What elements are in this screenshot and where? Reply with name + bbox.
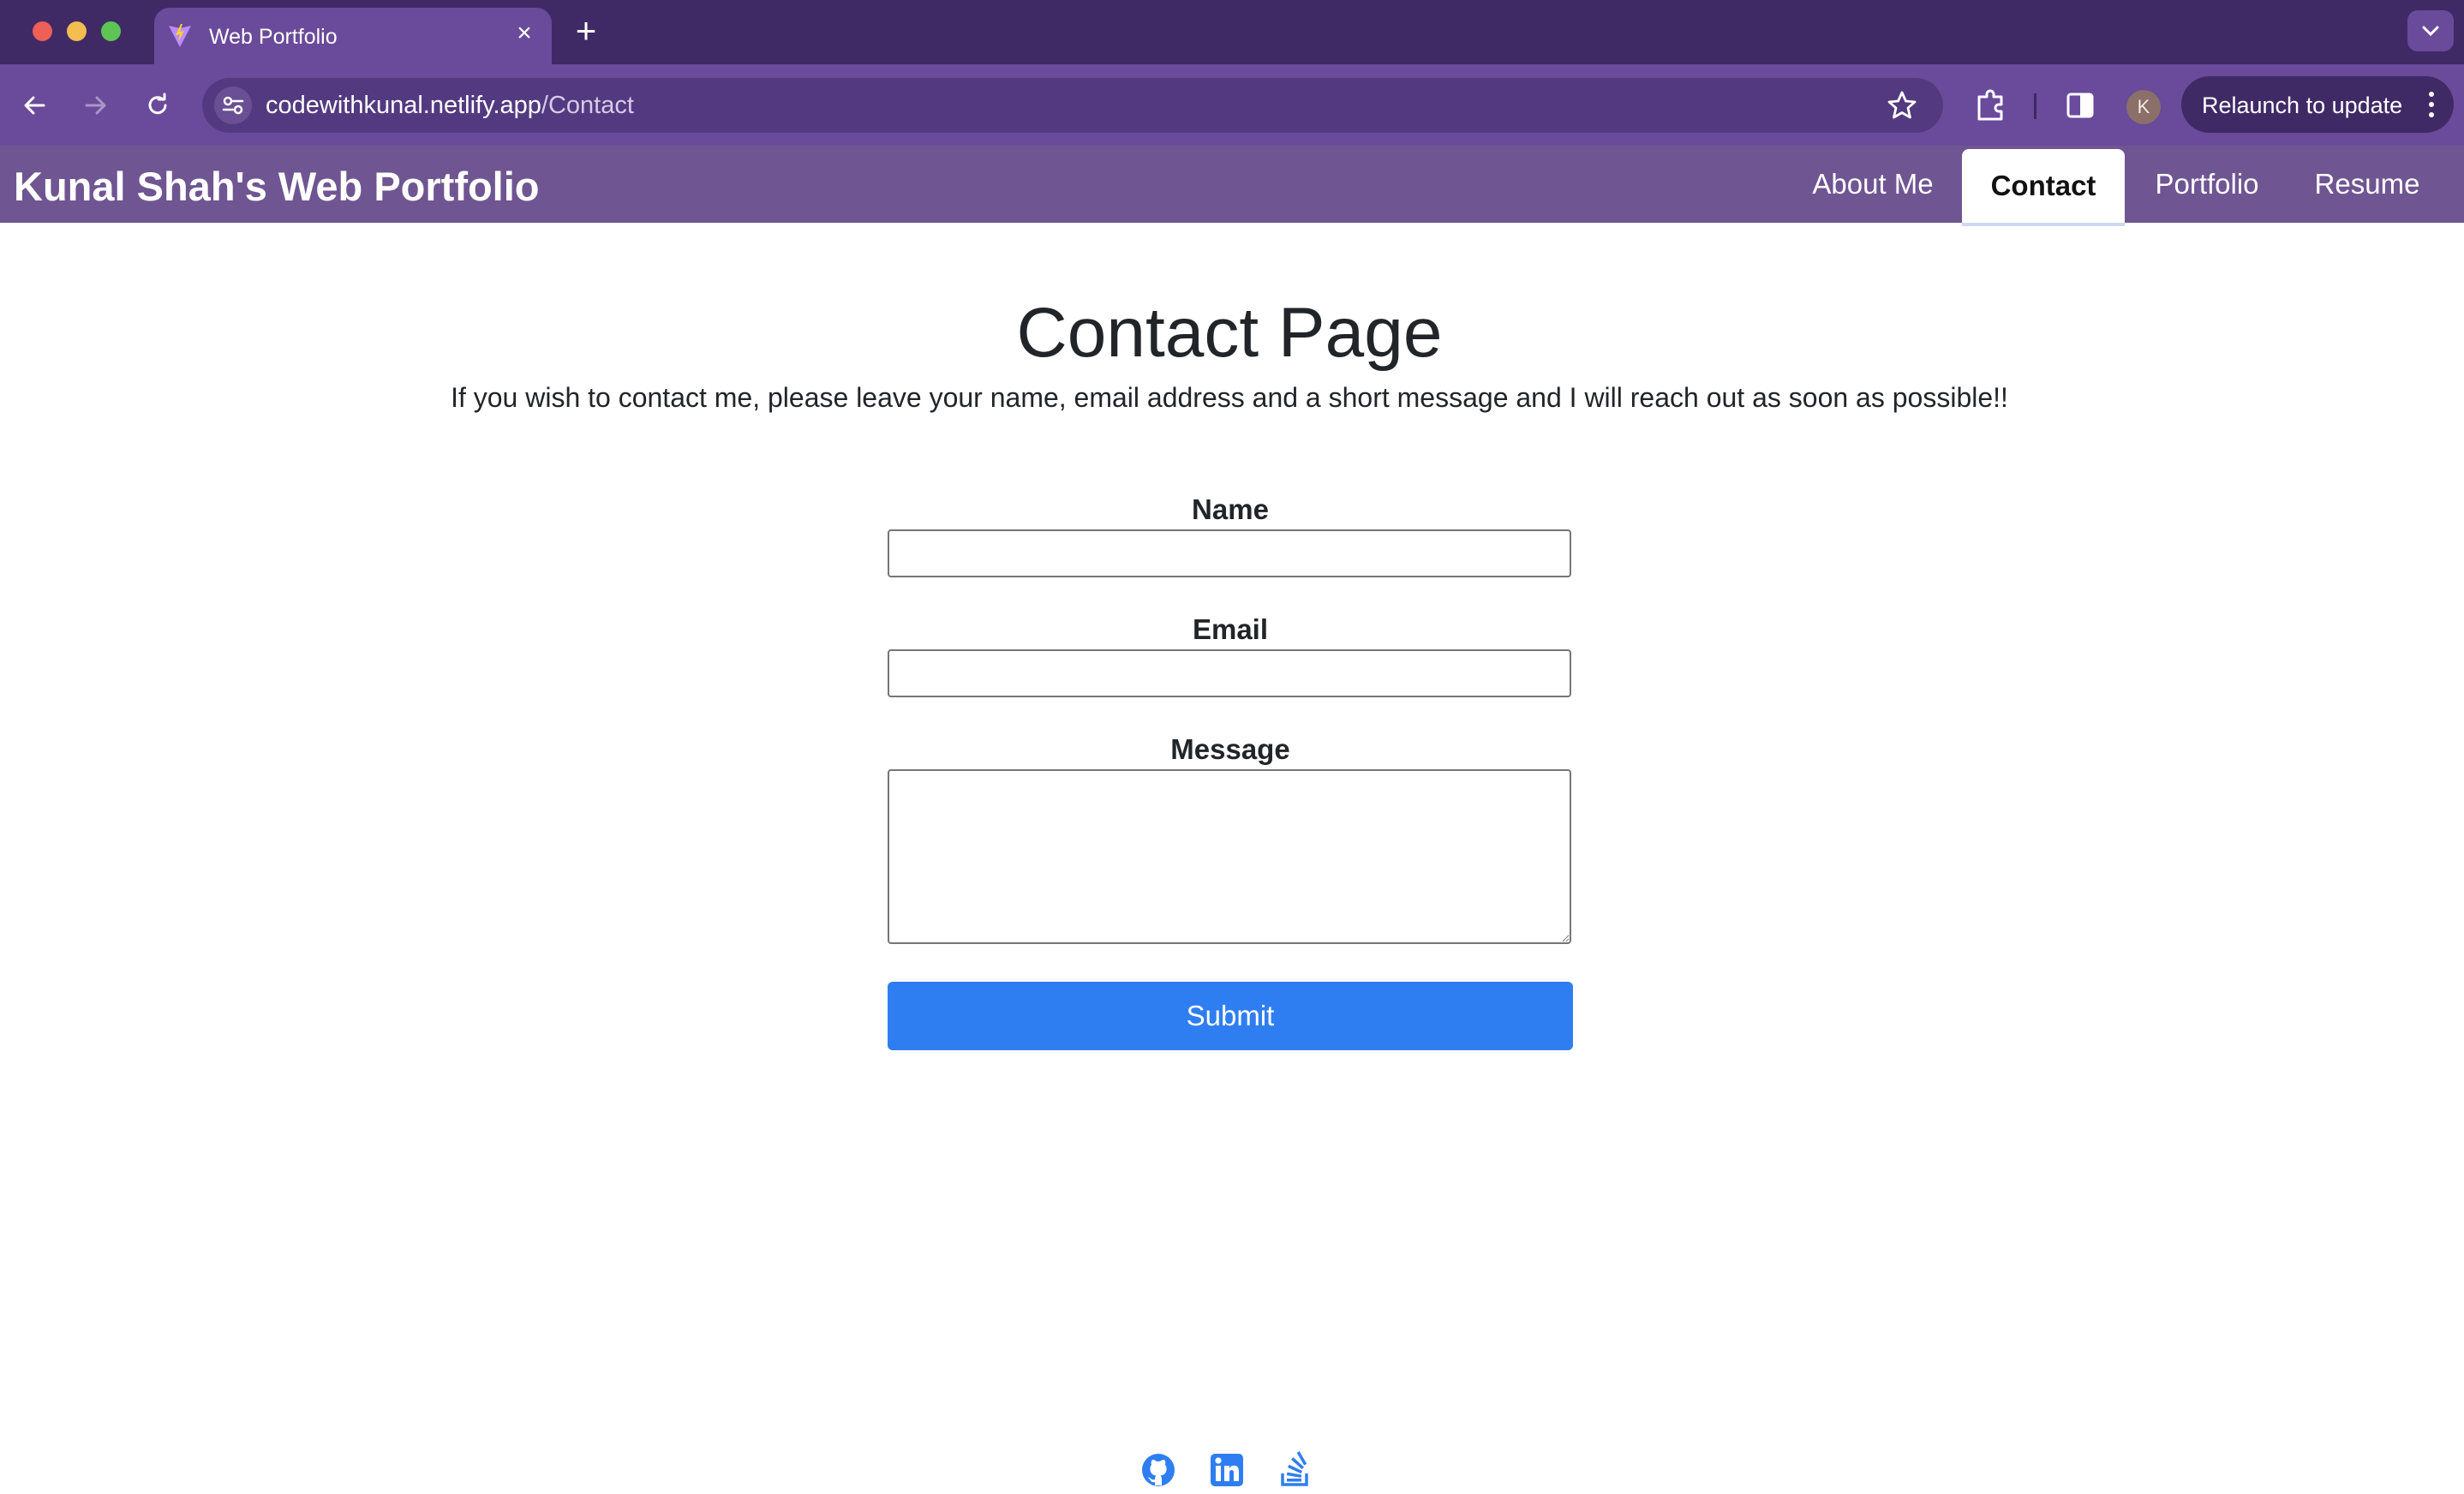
extensions-puzzle-icon[interactable] [1972,87,2010,124]
message-textarea[interactable] [888,769,1571,944]
toolbar-divider [2034,93,2036,119]
reload-button[interactable] [139,87,176,124]
chevron-down-icon [2422,26,2439,37]
profile-avatar[interactable]: K [2126,90,2161,124]
back-button[interactable] [15,87,53,124]
email-label: Email [1192,613,1269,645]
tab-title: Web Portfolio [209,25,338,49]
relaunch-label: Relaunch to update [2202,93,2403,118]
tab-close-icon[interactable]: × [511,20,538,47]
close-window-button[interactable] [33,21,52,41]
url-path: /Contact [541,92,634,119]
tab-search-button[interactable] [2407,10,2454,51]
footer-social-links [1139,1451,1328,1489]
github-link[interactable] [1139,1451,1177,1489]
new-tab-button[interactable]: + [569,12,603,50]
github-icon [1142,1454,1175,1486]
back-arrow-icon [24,96,45,115]
browser-tab[interactable]: Web Portfolio × [154,8,552,64]
forward-button[interactable] [77,87,115,124]
contact-intro: If you wish to contact me, please leave … [451,382,2008,413]
linkedin-icon [1211,1454,1243,1486]
nav-contact[interactable]: Contact [1962,149,2125,223]
stackoverflow-icon [1281,1451,1308,1486]
site-brand[interactable]: Kunal Shah's Web Portfolio [14,163,540,210]
submit-button[interactable]: Submit [888,982,1573,1050]
url-text[interactable]: codewithkunal.netlify.app/Contact [266,92,634,120]
bookmark-star-icon[interactable] [1885,88,1919,123]
browser-tab-bar: Web Portfolio × + [0,0,2464,64]
name-input[interactable] [888,529,1571,577]
message-label: Message [1170,733,1290,765]
email-input[interactable] [888,649,1571,697]
address-bar[interactable]: codewithkunal.netlify.app/Contact [202,78,1943,133]
site-info-icon[interactable] [214,87,252,124]
stackoverflow-link[interactable] [1277,1451,1314,1489]
page-title: Contact Page [1016,294,1443,372]
nav-resume[interactable]: Resume [2303,146,2431,223]
reload-icon [148,93,167,115]
nav-about-me[interactable]: About Me [1796,146,1950,223]
browser-toolbar: codewithkunal.netlify.app/Contact K Rela… [0,64,2464,146]
forward-arrow-icon [85,96,106,115]
vite-favicon-icon [169,24,191,47]
name-label: Name [1192,493,1269,525]
linkedin-link[interactable] [1208,1451,1246,1489]
more-vert-icon [2429,92,2434,117]
site-navbar: Kunal Shah's Web Portfolio About Me Cont… [0,146,2464,223]
minimize-window-button[interactable] [67,21,87,41]
tune-icon [222,96,244,115]
maximize-window-button[interactable] [101,21,121,41]
relaunch-to-update-button[interactable]: Relaunch to update [2181,76,2454,133]
nav-portfolio[interactable]: Portfolio [2137,146,2277,223]
url-host: codewithkunal.netlify.app [266,92,541,119]
side-panel-icon[interactable] [2063,88,2097,123]
